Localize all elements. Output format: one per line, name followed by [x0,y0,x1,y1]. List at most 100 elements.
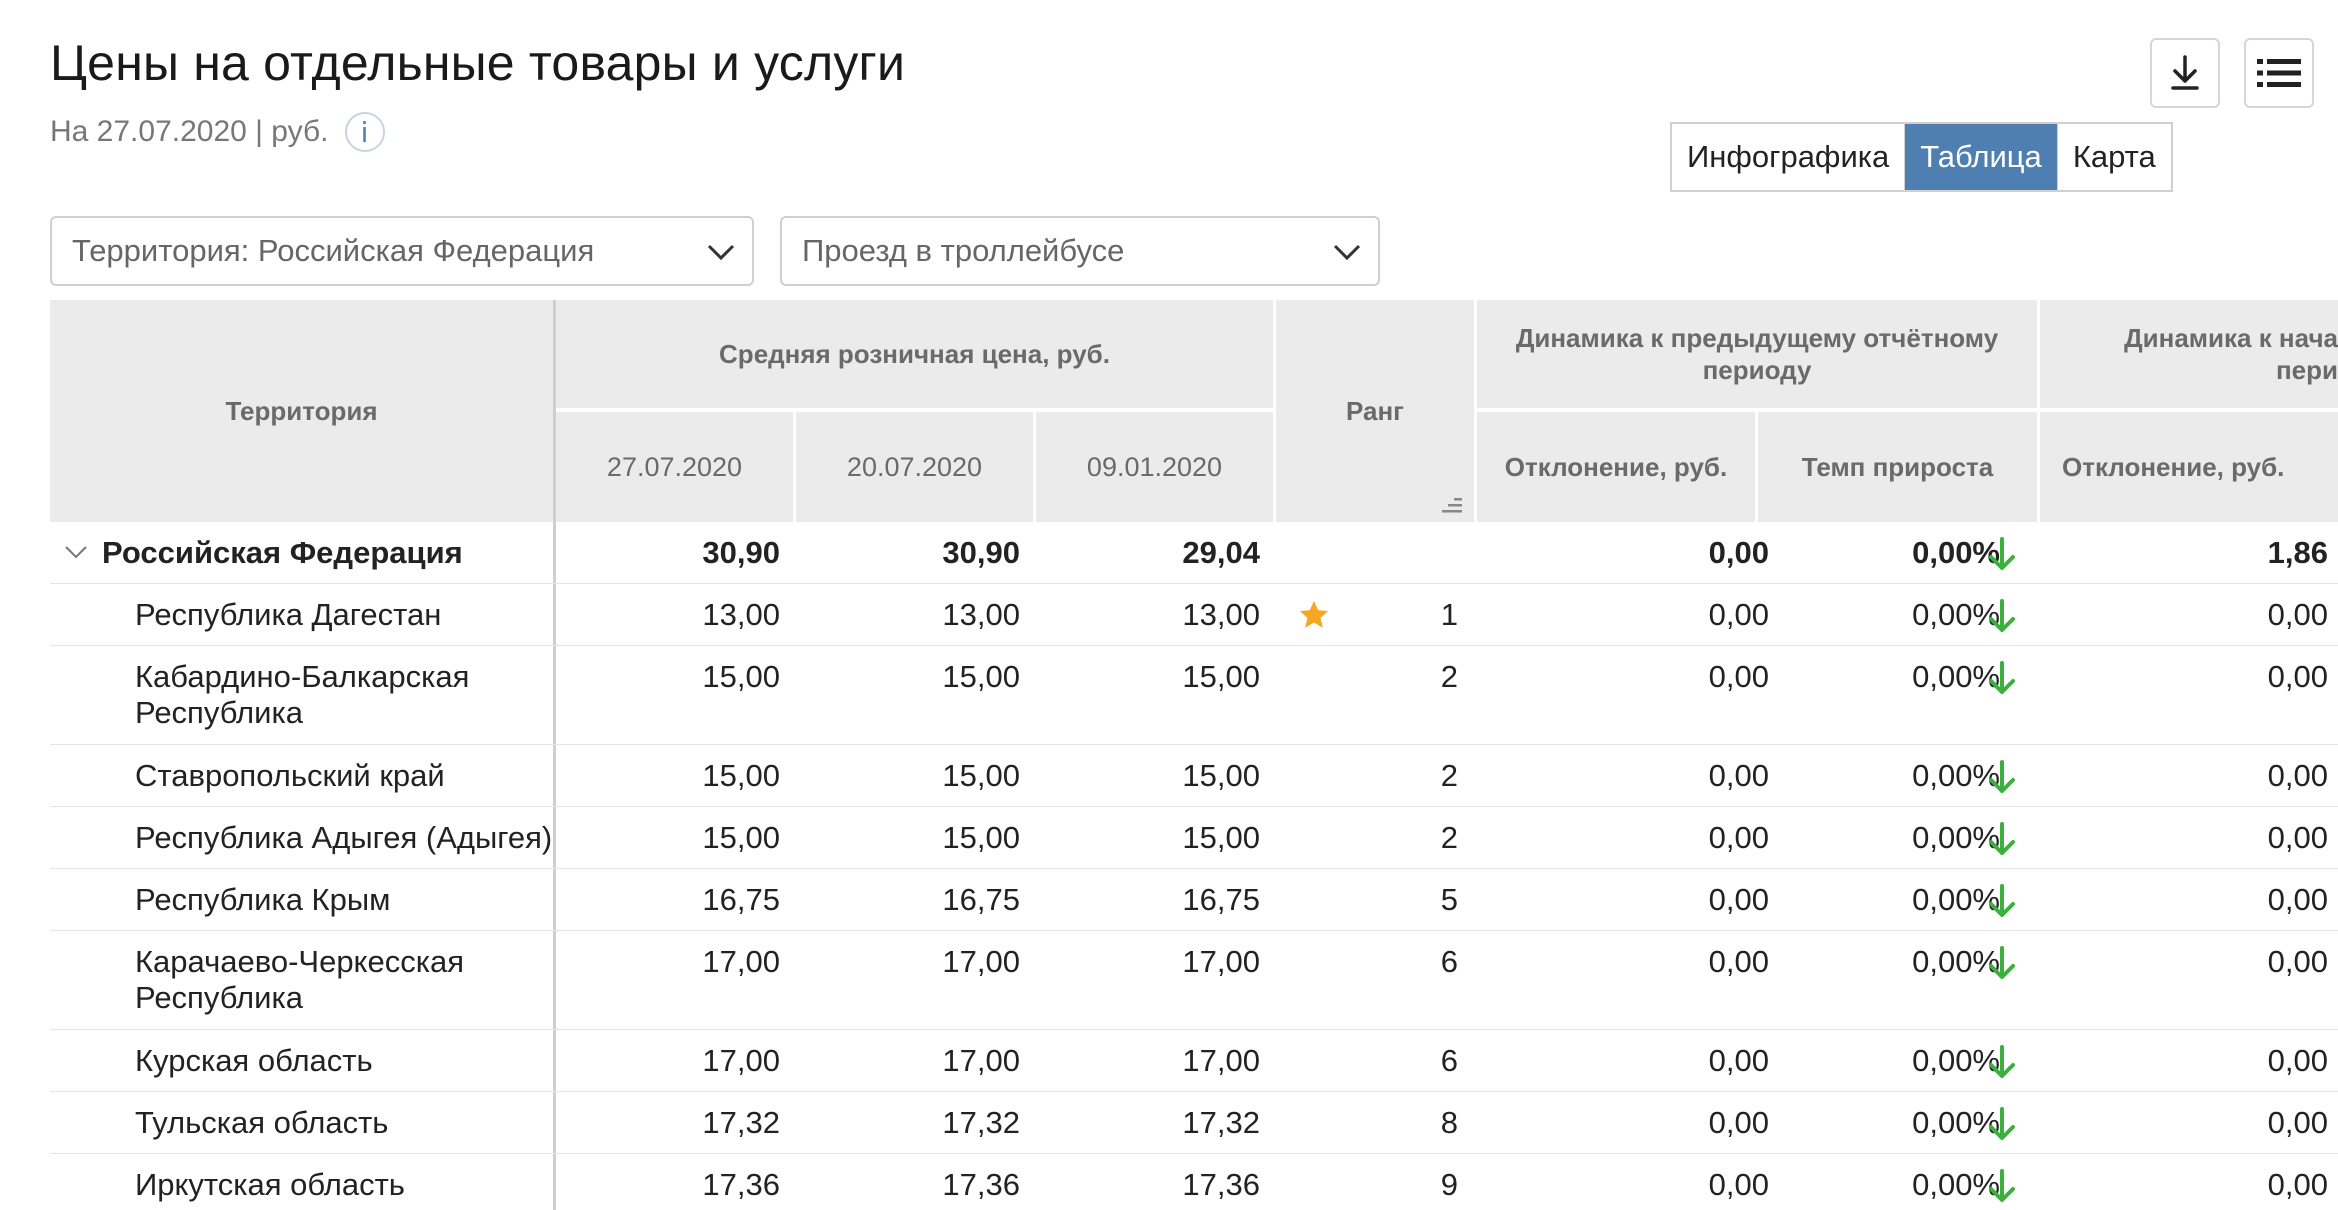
tab-infographic[interactable]: Инфографика [1672,124,1904,190]
page-subtitle: На 27.07.2020 | руб. i [50,112,385,152]
list-menu-icon [2257,59,2301,87]
row-name: Тульская область [135,1105,389,1140]
product-select[interactable]: Проезд в троллейбусе [780,216,1380,286]
table-row[interactable]: Тульская область 17,32 17,32 17,32 8 0,00 0,00… [50,1092,2338,1154]
header-date-1[interactable]: 27.07.2020 [556,412,793,522]
rank-value: 6 [1440,1043,1458,1078]
header-dyn-prev-rate[interactable]: Темп прироста [1758,412,2037,522]
deviation-start: 1,86 [2267,535,2328,570]
price-previous: 15,00 [942,820,1020,855]
deviation-start: 0,00 [2267,944,2328,979]
download-icon [2171,55,2199,90]
menu-button[interactable] [2244,38,2314,108]
price-current: 16,75 [702,882,780,917]
tab-map[interactable]: Карта [2056,124,2171,190]
data-table: Территория Средняя розничная цена, руб. … [50,300,2338,1210]
table-row-total[interactable]: Российская Федерация 30,90 30,90 29,04 0… [50,522,2338,584]
tab-table[interactable]: Таблица [1904,124,2057,190]
header-dyn-start: Динамика к нача пери [2040,300,2338,408]
table-row[interactable]: Карачаево-Черкесская Республика 17,00 17,00… [50,931,2338,1030]
arrow-down-icon [1989,537,2015,570]
price-previous: 17,00 [942,944,1020,979]
price-current: 17,32 [702,1105,780,1140]
page-title: Цены на отдельные товары и услуги [50,35,906,91]
deviation-prev: 0,00 [1708,1167,1769,1202]
price-previous: 13,00 [942,597,1020,632]
price-previous: 17,36 [942,1167,1020,1202]
row-name: Карачаево-Черкесская [135,944,464,979]
row-name: Республика Дагестан [135,597,442,632]
row-name: Кабардино-Балкарская [135,659,470,694]
view-toggle: Инфографика Таблица Карта [1670,122,2173,192]
table-row[interactable]: Республика Крым 16,75 16,75 16,75 5 0,00 0,00%… [50,869,2338,931]
header-dyn-prev: Динамика к предыдущему отчётному периоду [1477,300,2037,408]
table-row[interactable]: Иркутская область 17,36 17,36 17,36 9 0,00 0,0… [50,1154,2338,1210]
price-previous: 17,00 [942,1043,1020,1078]
table-row[interactable]: Кабардино-Балкарская Республика 15,00 15,00… [50,646,2338,745]
rank-value: 5 [1440,882,1458,917]
arrow-down-icon [1989,760,2015,793]
deviation-prev: 0,00 [1708,1105,1769,1140]
price-current: 15,00 [702,659,780,694]
arrow-down-icon [1989,661,2015,694]
header-territory[interactable]: Территория [50,300,553,522]
rank-value: 8 [1440,1105,1458,1140]
row-name: Иркутская область [135,1167,405,1202]
price-current: 13,00 [702,597,780,632]
table-row[interactable]: Курская область 17,00 17,00 17,00 6 0,00 0,00%… [50,1030,2338,1092]
price-current: 17,00 [702,1043,780,1078]
rank-value: 2 [1440,820,1458,855]
price-base: 15,00 [1182,820,1260,855]
header-date-3[interactable]: 09.01.2020 [1036,412,1273,522]
deviation-start: 0,00 [2267,1167,2328,1202]
price-previous: 17,32 [942,1105,1020,1140]
product-select-value: Проезд в троллейбусе [802,233,1125,268]
deviation-prev: 0,00 [1708,944,1769,979]
row-name: Республика [135,695,303,730]
deviation-prev: 0,00 [1708,597,1769,632]
deviation-start: 0,00 [2267,597,2328,632]
row-name: Республика Крым [135,882,391,917]
download-button[interactable] [2150,38,2220,108]
rank-value: 1 [1440,597,1458,632]
deviation-start: 0,00 [2267,882,2328,917]
table-row[interactable]: Ставропольский край 15,00 15,00 15,00 2 0,00 0… [50,745,2338,807]
price-current: 17,36 [702,1167,780,1202]
header-dyn-start-line2: пери [2275,355,2338,385]
deviation-prev: 0,00 [1708,535,1769,570]
price-base: 15,00 [1182,659,1260,694]
row-name: Республика Адыгея (Адыгея) [135,820,553,855]
deviation-prev: 0,00 [1708,820,1769,855]
price-previous: 15,00 [942,758,1020,793]
chevron-down-icon [707,244,735,261]
row-name: Российская Федерация [102,535,463,570]
header-dyn-start-dev[interactable]: Отклонение, руб. [2040,412,2338,522]
chevron-down-icon[interactable] [64,544,88,560]
header-rank[interactable]: Ранг [1276,300,1474,522]
price-current: 15,00 [702,758,780,793]
header-rank-label: Ранг [1346,396,1404,426]
row-name: Республика [135,980,303,1015]
deviation-start: 0,00 [2267,1105,2328,1140]
territory-select-value: Территория: Российская Федерация [72,233,595,268]
territory-select[interactable]: Территория: Российская Федерация [50,216,754,286]
rank-value: 2 [1440,758,1458,793]
deviation-prev: 0,00 [1708,758,1769,793]
price-base: 16,75 [1182,882,1260,917]
rank-value: 2 [1440,659,1458,694]
header-date-2[interactable]: 20.07.2020 [796,412,1033,522]
header-dyn-prev-line1: Динамика к предыдущему отчётному [1515,323,1999,353]
deviation-prev: 0,00 [1708,882,1769,917]
price-base: 17,00 [1182,1043,1260,1078]
price-current: 17,00 [702,944,780,979]
info-icon[interactable]: i [344,112,385,152]
price-base: 17,32 [1182,1105,1260,1140]
row-name: Ставропольский край [135,758,445,793]
date-unit-label: На 27.07.2020 | руб. [50,115,329,148]
header-dyn-prev-dev[interactable]: Отклонение, руб. [1477,412,1755,522]
table-row[interactable]: Республика Дагестан 13,00 13,00 13,00 1 0,00 0… [50,584,2338,646]
price-previous: 30,90 [942,535,1020,570]
header-dyn-start-line1: Динамика к нача [2124,323,2338,353]
row-name: Курская область [135,1043,373,1078]
table-row[interactable]: Республика Адыгея (Адыгея) 15,00 15,00 15,0… [50,807,2338,869]
